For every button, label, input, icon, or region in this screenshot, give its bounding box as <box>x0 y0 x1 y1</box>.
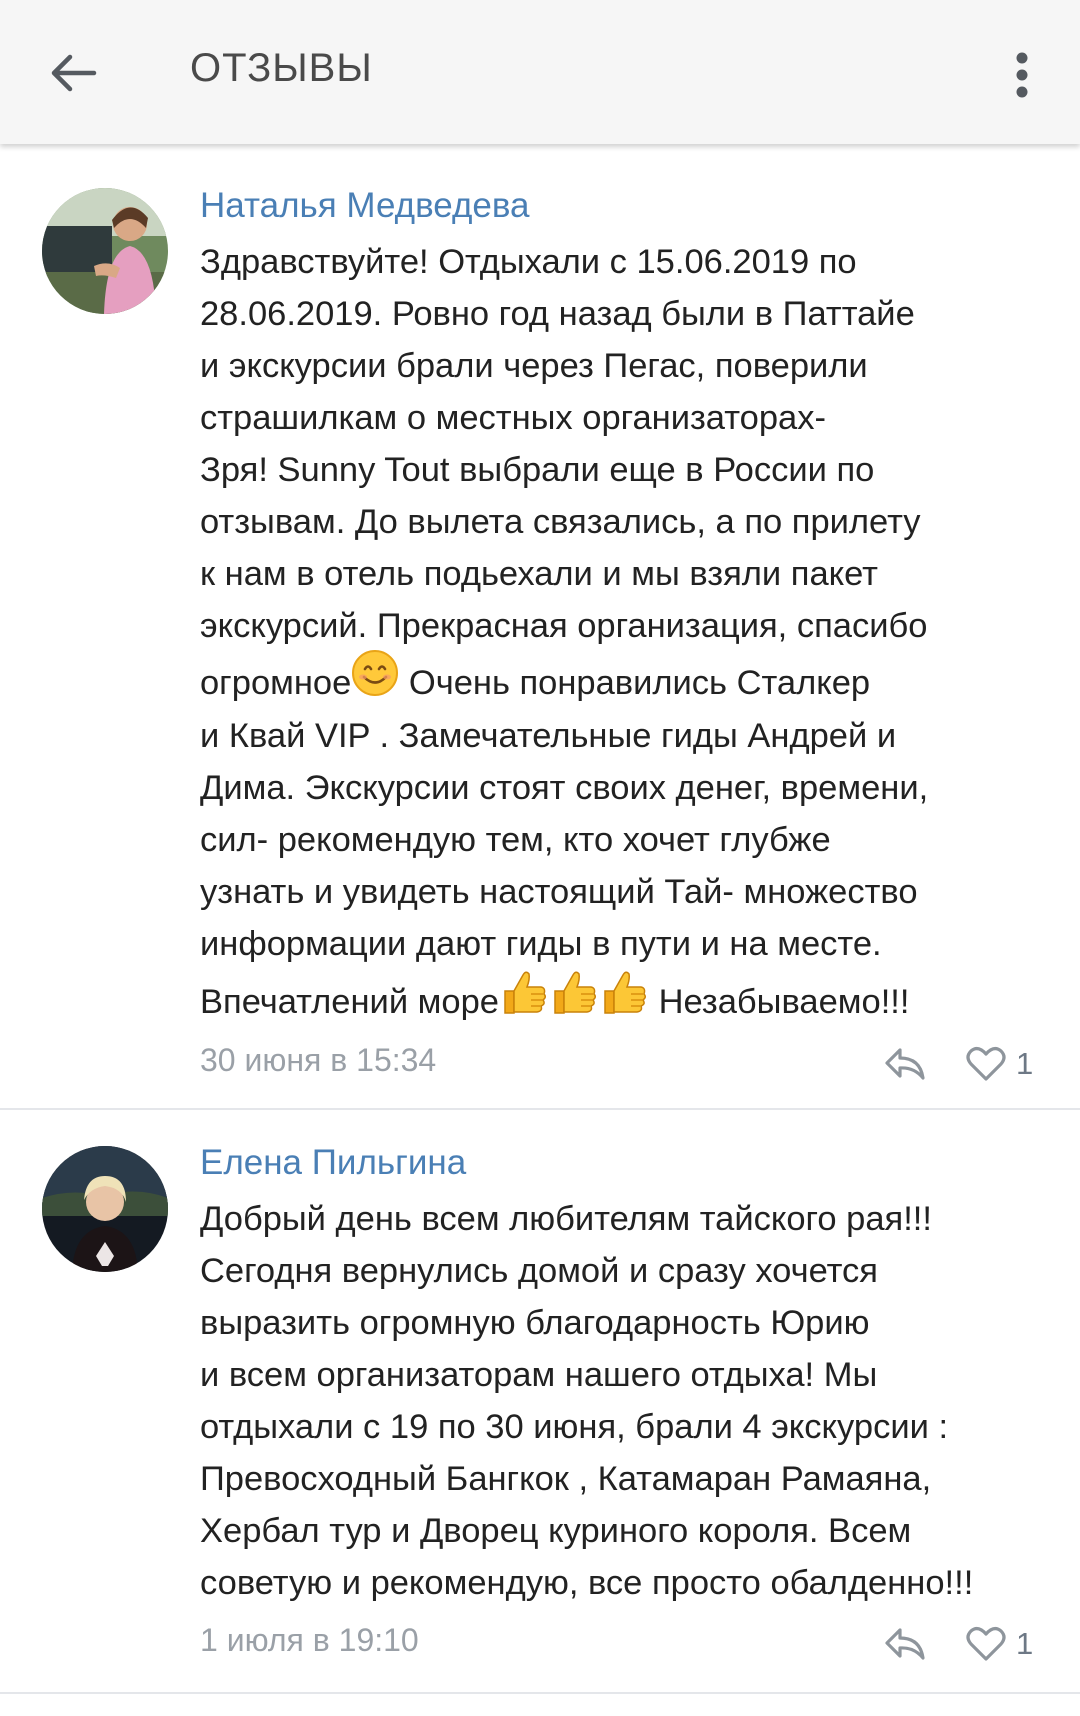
heart-icon <box>966 1047 1006 1081</box>
page-title: ОТЗЫВЫ <box>190 46 373 90</box>
back-button[interactable] <box>38 38 108 108</box>
text-line: 28.06.2019. Ровно год назад были в Патта… <box>200 295 915 333</box>
text-line: Впечатлений море Незабываемо!!! <box>200 970 1040 1028</box>
divider <box>0 1108 1080 1110</box>
text-segment: Впечатлений море <box>200 983 499 1022</box>
text-line: к нам в отель подьехали и мы взяли пакет <box>200 555 878 593</box>
like-button[interactable]: 1 <box>966 1622 1033 1666</box>
avatar[interactable] <box>42 188 168 314</box>
text-line: сил- рекомендую тем, кто хочет глубже <box>200 821 831 859</box>
thumbs-up-emoji <box>599 967 649 1035</box>
text-line: информации дают гиды в пути и на месте. <box>200 925 882 963</box>
text-line: огромное Очень понравились Сталкер <box>200 650 1040 710</box>
arrow-left-icon <box>51 54 97 92</box>
thumbs-up-emoji <box>549 967 599 1035</box>
review-text: Здравствуйте! Отдыхали с 15.06.2019 по 2… <box>200 236 1040 1028</box>
text-segment: огромное <box>200 664 352 703</box>
reply-icon <box>885 1048 925 1080</box>
avatar[interactable] <box>42 1146 168 1272</box>
text-line: и экскурсии брали через Пегас, поверили <box>200 347 868 385</box>
text-line: Хербал тур и Дворец куриного короля. Все… <box>200 1512 912 1550</box>
like-count: 1 <box>1016 1046 1034 1081</box>
review-text: Добрый день всем любителям тайского рая!… <box>200 1193 1040 1609</box>
author-name[interactable]: Елена Пильгина <box>200 1143 466 1183</box>
text-line: отдыхали с 19 по 30 июня, брали 4 экскур… <box>200 1408 949 1446</box>
text-segment: Очень понравились Сталкер <box>408 664 871 703</box>
divider <box>0 1692 1080 1694</box>
author-name[interactable]: Наталья Медведева <box>200 186 530 226</box>
timestamp[interactable]: 1 июля в 19:10 <box>200 1622 419 1659</box>
text-line: экскурсий. Прекрасная организация, спаси… <box>200 607 928 645</box>
like-button[interactable]: 1 <box>966 1042 1033 1086</box>
text-line: и Квай VIP . Замечательные гиды Андрей и <box>200 717 897 755</box>
text-line: выразить огромную благодарность Юрию <box>200 1304 870 1342</box>
reply-button[interactable] <box>880 1042 930 1086</box>
more-vertical-icon <box>1016 52 1028 98</box>
reply-button[interactable] <box>880 1622 930 1666</box>
text-line: Превосходный Бангкок , Катамаран Рамаяна… <box>200 1460 932 1498</box>
text-line: страшилкам о местных организаторах- <box>200 399 826 437</box>
user-photo <box>42 188 168 314</box>
user-photo <box>42 1146 168 1272</box>
smiling-face-emoji <box>351 649 399 715</box>
more-options-button[interactable] <box>1000 40 1044 110</box>
text-line: отзывам. До вылета связались, а по приле… <box>200 503 921 541</box>
text-line: Зря! Sunny Tout выбрали еще в России по <box>200 451 875 489</box>
text-line: Добрый день всем любителям тайского рая!… <box>200 1200 932 1238</box>
timestamp[interactable]: 30 июня в 15:34 <box>200 1042 436 1079</box>
reply-icon <box>885 1628 925 1660</box>
text-line: Сегодня вернулись домой и сразу хочется <box>200 1252 878 1290</box>
text-line: Дима. Экскурсии стоят своих денег, време… <box>200 769 929 807</box>
like-count: 1 <box>1016 1626 1034 1661</box>
thumbs-up-emoji <box>499 967 549 1035</box>
text-line: советую и рекомендую, все просто обалден… <box>200 1564 974 1602</box>
app-header: ОТЗЫВЫ <box>0 0 1080 144</box>
heart-icon <box>966 1627 1006 1661</box>
text-line: Здравствуйте! Отдыхали с 15.06.2019 по <box>200 243 857 281</box>
text-segment: Незабываемо!!! <box>658 983 910 1022</box>
text-line: узнать и увидеть настоящий Тай- множеств… <box>200 873 918 911</box>
text-line: и всем организаторам нашего отдыха! Мы <box>200 1356 878 1394</box>
